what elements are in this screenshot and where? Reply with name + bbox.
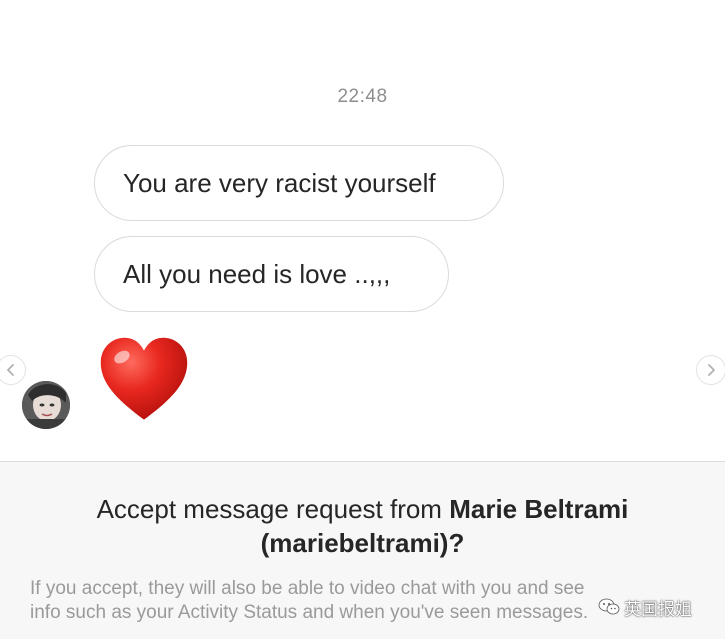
sender-avatar[interactable]: [22, 381, 70, 429]
sender-handle: (mariebeltrami)?: [260, 528, 465, 558]
wechat-icon: [598, 598, 620, 615]
previous-arrow-button[interactable]: [0, 355, 26, 385]
chevron-right-icon: [708, 364, 715, 376]
message-text: You are very racist yourself: [123, 167, 436, 198]
watermark: 英国报姐: [598, 592, 692, 622]
message-bubble[interactable]: All you need is love ..,,,: [94, 236, 449, 312]
heart-shape: [100, 337, 188, 420]
message-timestamp: 22:48: [337, 86, 388, 107]
chat-thread: 22:48 You are very racist yourself All y…: [0, 0, 725, 462]
message-bubble[interactable]: You are very racist yourself: [94, 145, 504, 221]
request-title-line-2: (mariebeltrami)?: [0, 526, 725, 560]
avatar-image: [22, 381, 70, 429]
sender-name: Marie Beltrami: [449, 494, 629, 524]
chevron-left-icon: [7, 364, 14, 376]
next-arrow-button[interactable]: [696, 355, 725, 385]
heart-emoji-icon[interactable]: [98, 335, 190, 427]
message-text: All you need is love ..,,,: [123, 258, 391, 289]
watermark-label: 英国报姐: [624, 599, 692, 619]
request-title-line-1: Accept message request from Marie Beltra…: [0, 492, 725, 526]
request-title-prefix: Accept message request from: [96, 494, 450, 524]
request-title: Accept message request from Marie Beltra…: [0, 492, 725, 560]
